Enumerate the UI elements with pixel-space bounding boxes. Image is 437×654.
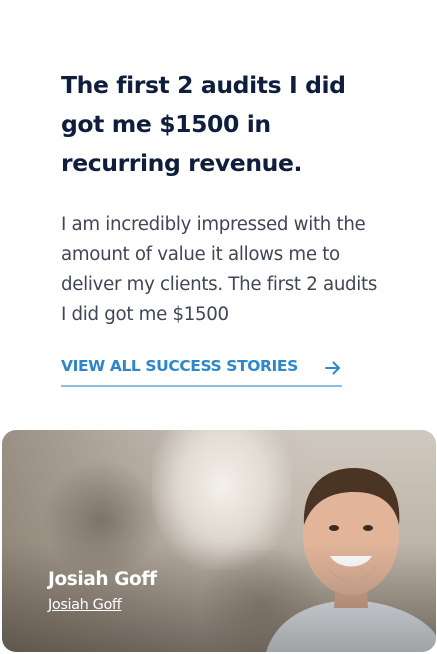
author-profile-link[interactable]: Josiah Goff xyxy=(48,597,122,613)
testimonial-headline: The first 2 audits I did got me $1500 in… xyxy=(61,71,346,177)
arrow-right-icon xyxy=(325,361,340,375)
view-all-success-stories-link[interactable]: VIEW ALL SUCCESS STORIES xyxy=(61,355,342,387)
author-photo: Josiah Goff Josiah Goff xyxy=(2,430,436,652)
testimonial-card: The first 2 audits I did got me $1500 in… xyxy=(0,0,437,654)
author-name: Josiah Goff xyxy=(48,569,157,590)
cta-label: VIEW ALL SUCCESS STORIES xyxy=(61,357,298,375)
testimonial-quote: I am incredibly impressed with the amoun… xyxy=(61,214,378,325)
